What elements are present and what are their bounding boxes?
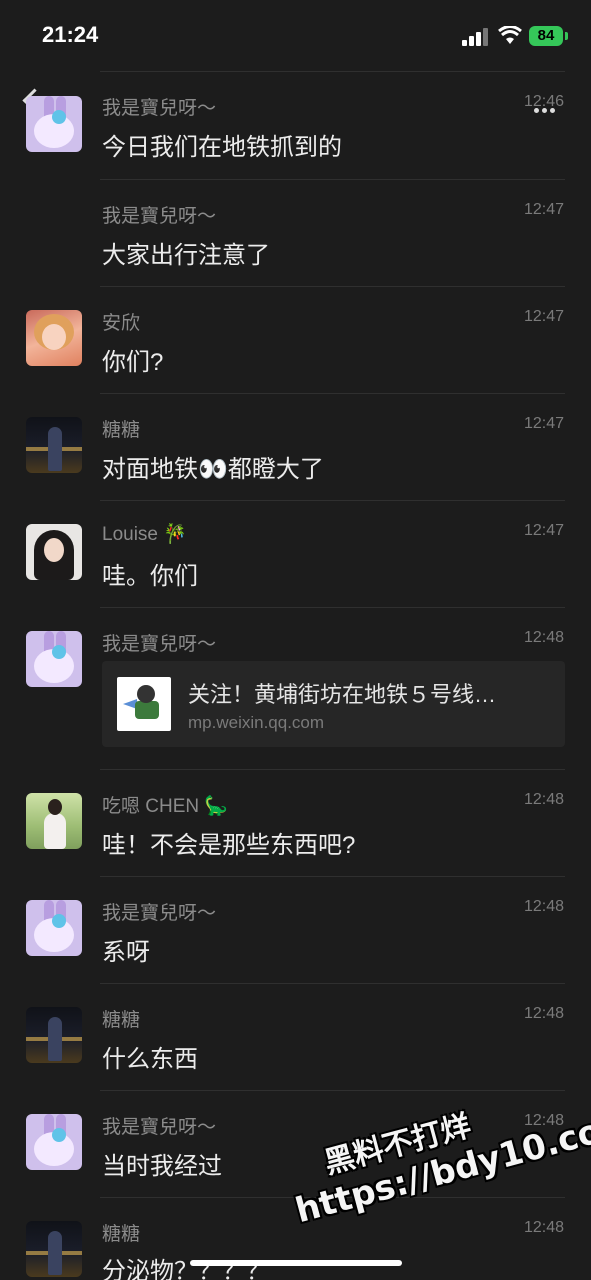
girl-avatar[interactable] xyxy=(26,310,82,366)
louise-avatar[interactable] xyxy=(26,524,82,580)
message-text[interactable]: 大家出行注意了 xyxy=(102,235,270,270)
sender-name: Louise 🎋 xyxy=(102,524,187,545)
message-time: 12:48 xyxy=(523,898,564,915)
bunny-avatar[interactable] xyxy=(26,900,82,956)
sender-name: 我是寶兒呀～ xyxy=(102,98,217,119)
divider xyxy=(100,1090,565,1091)
message-item: Louise 🎋 12:47 哇。你们 xyxy=(0,500,591,607)
home-indicator[interactable] xyxy=(190,1260,402,1266)
sender-name: 吃嗯 CHEN 🦕 xyxy=(102,796,229,817)
sender-name: 糖糖 xyxy=(102,1224,141,1245)
sender-name: 我是寶兒呀～ xyxy=(102,206,217,227)
message-item: 糖糖 12:48 什么东西 xyxy=(0,983,591,1090)
divider xyxy=(100,983,565,984)
link-url: mp.weixin.qq.com xyxy=(188,713,325,732)
message-item: 安欣 12:47 你们? xyxy=(0,286,591,393)
message-time: 12:48 xyxy=(523,629,564,646)
sender-name: 我是寶兒呀～ xyxy=(102,634,217,655)
night-avatar[interactable] xyxy=(26,1221,82,1277)
divider xyxy=(100,500,565,501)
battery-tip xyxy=(565,32,568,40)
message-time: 12:48 xyxy=(523,791,564,808)
night-avatar[interactable] xyxy=(26,1007,82,1063)
divider xyxy=(100,71,565,72)
message-item: 我是寶兒呀～ 12:46 今日我们在地铁抓到的 xyxy=(0,71,591,179)
message-text[interactable]: 对面地铁👀都瞪大了 xyxy=(102,449,324,484)
sender-name: 安欣 xyxy=(102,313,141,334)
battery-indicator: 84 xyxy=(529,26,563,46)
link-card[interactable]: 关注！黄埔街坊在地铁５号线… mp.weixin.qq.com xyxy=(102,661,565,747)
message-text[interactable]: 什么东西 xyxy=(102,1039,198,1074)
sender-name: 我是寶兒呀～ xyxy=(102,903,217,924)
message-time: 12:48 xyxy=(523,1219,564,1236)
link-title: 关注！黄埔街坊在地铁５号线… xyxy=(188,682,497,707)
message-time: 12:47 xyxy=(523,308,564,325)
bunny-avatar[interactable] xyxy=(26,631,82,687)
cellular-signal-icon xyxy=(462,28,490,46)
message-time: 12:47 xyxy=(523,415,564,432)
message-text[interactable]: 哇！不会是那些东西吧? xyxy=(102,825,355,860)
message-time: 12:48 xyxy=(523,1005,564,1022)
divider xyxy=(100,607,565,608)
message-time: 12:47 xyxy=(523,201,564,218)
message-item: 我是寶兒呀～ 12:48 系呀 xyxy=(0,876,591,983)
message-text[interactable]: 当时我经过 xyxy=(102,1146,222,1181)
message-text[interactable]: 系呀 xyxy=(102,932,150,967)
message-item: 我是寶兒呀～ 12:48 关注！黄埔街坊在地铁５号线… mp.weixin.qq… xyxy=(0,607,591,769)
bunny-avatar[interactable] xyxy=(26,1114,82,1170)
sender-name: 我是寶兒呀～ xyxy=(102,1117,217,1138)
status-bar: 21:24 84 xyxy=(0,0,591,72)
status-time: 21:24 xyxy=(42,22,99,47)
message-item: 吃嗯 CHEN 🦕 12:48 哇！不会是那些东西吧? xyxy=(0,769,591,876)
message-text[interactable]: 哇。你们 xyxy=(102,556,198,591)
message-item: 糖糖 12:47 对面地铁👀都瞪大了 xyxy=(0,393,591,500)
divider xyxy=(100,179,565,180)
message-text[interactable]: 今日我们在地铁抓到的 xyxy=(102,127,342,162)
night-avatar[interactable] xyxy=(26,417,82,473)
message-text[interactable]: 你们? xyxy=(102,342,163,377)
divider xyxy=(100,286,565,287)
message-time: 12:47 xyxy=(523,522,564,539)
bunny-avatar[interactable] xyxy=(26,96,82,152)
sender-name: 糖糖 xyxy=(102,420,141,441)
divider xyxy=(100,393,565,394)
divider xyxy=(100,769,565,770)
message-item: 我是寶兒呀～ 12:47 大家出行注意了 xyxy=(0,179,591,286)
sender-name: 糖糖 xyxy=(102,1010,141,1031)
message-time: 12:46 xyxy=(523,93,564,110)
article-thumbnail xyxy=(117,677,171,731)
divider xyxy=(100,876,565,877)
chen-avatar[interactable] xyxy=(26,793,82,849)
wifi-icon xyxy=(498,26,522,44)
